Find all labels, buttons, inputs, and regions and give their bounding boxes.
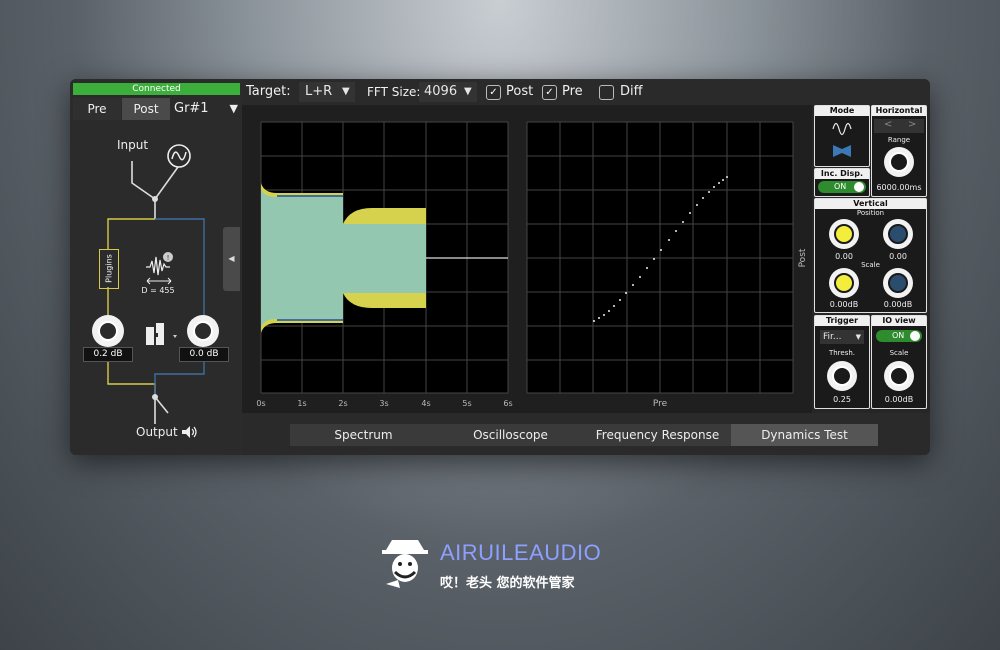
diff-checkbox[interactable] <box>599 85 614 100</box>
vertical-box: Vertical Position 0.00 0.00 Scale 0.00dB… <box>814 198 927 313</box>
tab-frequency-response[interactable]: Frequency Response <box>584 424 731 446</box>
plugins-label: Plugins <box>104 254 114 283</box>
chevron-right-icon[interactable]: > <box>908 119 916 130</box>
gain-right-value: 0.0 dB <box>179 347 229 362</box>
position-post-value: 0.00 <box>889 252 907 261</box>
delay-arrow-icon <box>146 277 172 285</box>
gain-left-value: 0.2 dB <box>83 347 133 362</box>
fft-label: FFT Size: <box>367 85 421 99</box>
trigger-header: Trigger <box>815 316 869 326</box>
scale-post-value: 0.00dB <box>883 300 913 309</box>
mode-header: Mode <box>815 106 869 116</box>
horizontal-header: Horizontal <box>872 106 926 116</box>
waveform-icon: ! <box>146 252 173 276</box>
pre-checkbox-label: Pre <box>562 84 583 99</box>
scale-post-knob[interactable] <box>883 268 913 298</box>
thresh-value: 0.25 <box>833 395 851 404</box>
diff-checkbox-label: Diff <box>620 84 643 99</box>
position-pre-knob[interactable] <box>829 219 859 249</box>
brand-tagline: 哎！老头 您的软件管家 <box>440 576 575 591</box>
scale-pre-value: 0.00dB <box>829 300 859 309</box>
svg-text:4s: 4s <box>421 399 430 408</box>
pre-checkbox[interactable]: ✓ <box>542 85 557 100</box>
inc-disp-state: ON <box>834 182 847 191</box>
svg-text:3s: 3s <box>379 399 388 408</box>
gain-left-knob[interactable] <box>92 315 124 347</box>
envelope-mode-icon[interactable] <box>831 142 853 160</box>
post-checkbox[interactable]: ✓ <box>486 85 501 100</box>
svg-text:2s: 2s <box>338 399 347 408</box>
io-view-header: IO view <box>872 316 926 326</box>
mixer-icon[interactable] <box>144 321 184 349</box>
vertical-header: Vertical <box>815 199 926 209</box>
target-label: Target: <box>246 84 291 99</box>
trigger-box: Trigger Fir... ▼ Thresh. 0.25 <box>814 315 870 409</box>
inc-disp-box: Inc. Disp. ON <box>814 168 870 197</box>
position-pre-value: 0.00 <box>835 252 853 261</box>
sine-generator-icon[interactable] <box>166 143 192 169</box>
io-scale-knob[interactable] <box>884 361 914 391</box>
plugins-box[interactable]: Plugins <box>99 249 119 289</box>
brand-mascot-logo <box>382 540 428 588</box>
svg-text:5s: 5s <box>462 399 471 408</box>
collapse-panel-button[interactable]: ◀ <box>223 227 240 291</box>
chevron-down-icon: ▼ <box>855 333 861 341</box>
plot-area: 0s 1s 2s 3s 4s 5s 6s Pre Post <box>242 105 812 413</box>
io-view-toggle[interactable]: ON <box>876 330 922 342</box>
io-scale-label: Scale <box>889 349 909 357</box>
range-label: Range <box>887 136 911 144</box>
trigger-select[interactable]: Fir... ▼ <box>820 330 864 344</box>
speaker-icon[interactable] <box>181 425 199 439</box>
inc-disp-toggle[interactable]: ON <box>818 181 866 193</box>
waveform-mode-icon[interactable] <box>831 120 853 138</box>
plots-svg[interactable]: 0s 1s 2s 3s 4s 5s 6s Pre Post <box>242 105 812 413</box>
gain-right-knob[interactable] <box>187 315 219 347</box>
horizontal-nav: < > <box>874 119 924 133</box>
routing-panel: Connected Pre Post Gr#1 ▼ Input Plugins … <box>70 79 243 455</box>
time-axis-ticks: 0s 1s 2s 3s 4s 5s 6s <box>256 399 512 408</box>
io-view-box: IO view ON Scale 0.00dB <box>871 315 927 409</box>
tab-spectrum[interactable]: Spectrum <box>290 424 437 446</box>
tab-oscilloscope[interactable]: Oscilloscope <box>437 424 584 446</box>
inc-disp-header: Inc. Disp. <box>815 169 869 179</box>
chevron-left-icon[interactable]: < <box>884 119 892 130</box>
target-select[interactable]: L+R ▼ <box>299 82 355 102</box>
scale-label: Scale <box>861 261 880 269</box>
fft-value: 4096 <box>424 84 458 99</box>
toolbar: Target: L+R ▼ FFT Size: 4096 ▼ ✓ Post ✓ … <box>242 79 930 105</box>
chevron-down-icon: ▼ <box>464 86 472 97</box>
mode-box: Mode <box>814 105 870 167</box>
svg-text:1s: 1s <box>297 399 306 408</box>
range-knob[interactable] <box>884 147 914 177</box>
svg-text:!: ! <box>167 254 170 262</box>
io-plot-xlabel: Pre <box>653 399 668 409</box>
horizontal-box: Horizontal < > Range 6000.00ms <box>871 105 927 197</box>
post-envelope <box>261 189 343 327</box>
fft-select[interactable]: 4096 ▼ <box>419 82 477 102</box>
thresh-knob[interactable] <box>827 361 857 391</box>
chevron-down-icon: ▼ <box>342 86 350 97</box>
delay-readout: D = 455 <box>141 286 175 295</box>
svg-text:0s: 0s <box>256 399 265 408</box>
brand-name: AIRUILEAUDIO <box>440 540 602 565</box>
range-value: 6000.00ms <box>876 183 922 192</box>
position-post-knob[interactable] <box>883 219 913 249</box>
svg-text:6s: 6s <box>503 399 512 408</box>
trigger-value: Fir... <box>823 332 842 342</box>
io-view-state: ON <box>892 331 905 340</box>
scale-pre-knob[interactable] <box>829 268 859 298</box>
thresh-label: Thresh. <box>828 349 856 357</box>
view-tabs: Spectrum Oscilloscope Frequency Response… <box>242 413 930 455</box>
position-label: Position <box>856 209 885 217</box>
output-label: Output <box>136 425 178 439</box>
controls-panel: Mode Horizontal < > Range 6000.00ms Inc.… <box>812 105 930 413</box>
tab-dynamics-test[interactable]: Dynamics Test <box>731 424 878 446</box>
io-scale-value: 0.00dB <box>884 395 914 404</box>
post-checkbox-label: Post <box>506 84 534 99</box>
io-plot-ylabel: Post <box>798 248 808 267</box>
target-value: L+R <box>305 84 333 99</box>
plugin-window: Connected Pre Post Gr#1 ▼ Input Plugins … <box>70 79 930 455</box>
